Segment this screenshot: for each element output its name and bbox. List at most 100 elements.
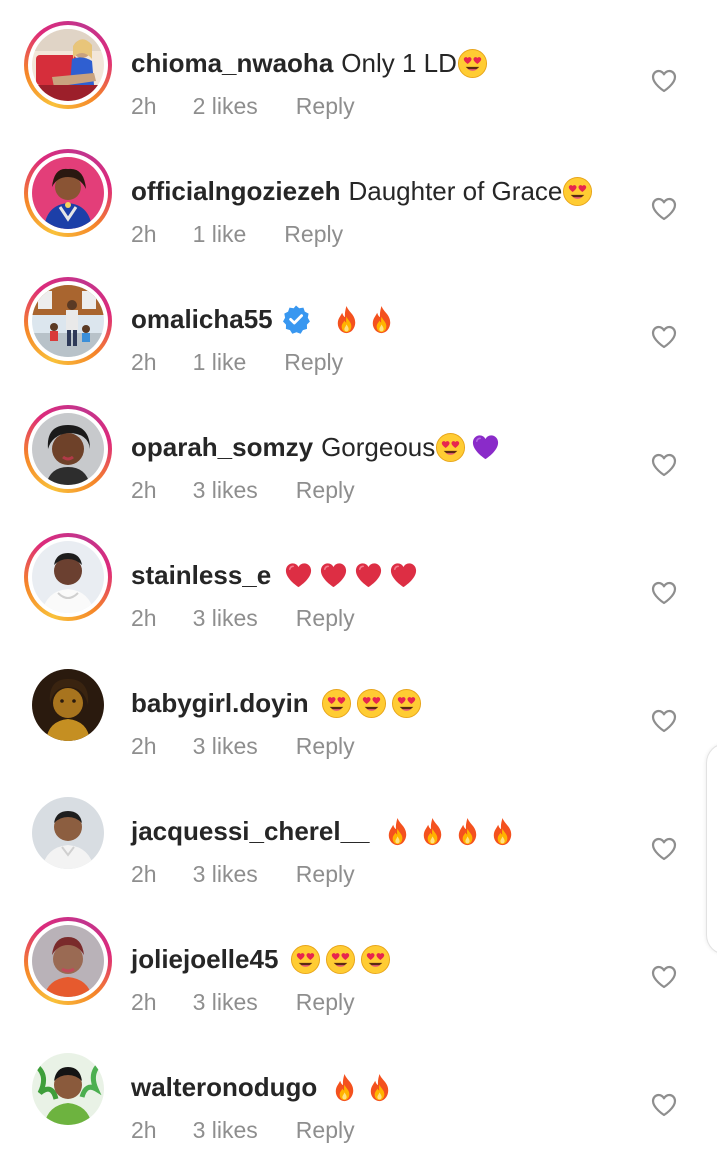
avatar[interactable] (24, 661, 112, 749)
comment-meta: 2h 3 likes Reply (131, 860, 355, 888)
heart-eyes-emoji-icon (457, 48, 488, 79)
heart-outline-icon[interactable] (651, 325, 677, 349)
username-link[interactable]: stainless_e (131, 557, 271, 593)
avatar[interactable] (24, 789, 112, 877)
comment-meta: 2h 1 like Reply (131, 220, 343, 248)
heart-outline-icon[interactable] (651, 197, 677, 221)
avatar[interactable] (24, 1045, 112, 1133)
story-ring-avatar[interactable] (24, 917, 112, 1005)
likes-count[interactable]: 3 likes (193, 732, 258, 760)
timestamp: 2h (131, 989, 157, 1015)
fire-emoji-icon (329, 1072, 360, 1103)
reply-button[interactable]: Reply (284, 220, 343, 248)
username-link[interactable]: joliejoelle45 (131, 941, 278, 977)
comment-text: Daughter of Grace (348, 173, 593, 209)
username-link[interactable]: walteronodugo (131, 1069, 317, 1105)
comment-meta: 2h 3 likes Reply (131, 1116, 355, 1144)
comment-row: omalicha55 2h 1 like Reply (0, 276, 717, 404)
username-link[interactable]: officialngoziezeh (131, 173, 340, 209)
comment-text (325, 1072, 395, 1103)
comment-body: chioma_nwaoha Only 1 LD (131, 45, 488, 81)
username-link[interactable]: jacquessi_cherel__ (131, 813, 370, 849)
fire-emoji-icon (366, 304, 397, 335)
comment-text (378, 816, 518, 847)
likes-count[interactable]: 3 likes (193, 604, 258, 632)
likes-count[interactable]: 3 likes (193, 1116, 258, 1144)
fire-emoji-icon (382, 816, 413, 847)
comment-meta: 2h 3 likes Reply (131, 732, 355, 760)
comment-body: omalicha55 (131, 301, 397, 337)
avatar-frame (28, 921, 108, 1001)
heart-eyes-emoji-icon (391, 688, 422, 719)
comment-text (317, 688, 422, 719)
reply-button[interactable]: Reply (296, 988, 355, 1016)
comment-body: officialngoziezeh Daughter of Grace (131, 173, 593, 209)
avatar-babygirl-doyin (32, 669, 104, 741)
reply-button[interactable]: Reply (296, 604, 355, 632)
heart-outline-icon[interactable] (651, 581, 677, 605)
avatar-chioma-nwaoha (32, 29, 104, 101)
comment-message: Daughter of Grace (348, 176, 563, 206)
reply-button[interactable]: Reply (296, 1116, 355, 1144)
heart-eyes-emoji-icon (356, 688, 387, 719)
heart-outline-icon[interactable] (651, 1093, 677, 1117)
avatar-officialngoziezeh (32, 157, 104, 229)
comment-body: oparah_somzy Gorgeous (131, 429, 501, 465)
reply-button[interactable]: Reply (296, 732, 355, 760)
reply-button[interactable]: Reply (296, 860, 355, 888)
reply-button[interactable]: Reply (296, 92, 355, 120)
timestamp: 2h (131, 605, 157, 631)
likes-count[interactable]: 2 likes (193, 92, 258, 120)
red-heart-emoji-icon (388, 560, 419, 591)
comment-row: jacquessi_cherel__ 2h 3 likes Reply (0, 788, 717, 916)
avatar-frame (28, 153, 108, 233)
avatar-walteronodugo (32, 1053, 104, 1125)
reply-button[interactable]: Reply (296, 476, 355, 504)
username-link[interactable]: oparah_somzy (131, 429, 313, 465)
avatar-frame (28, 409, 108, 489)
avatar-frame (32, 797, 104, 869)
heart-eyes-emoji-icon (562, 176, 593, 207)
comment-row: walteronodugo 2h 3 likes Reply (0, 1044, 717, 1172)
comment-body: babygirl.doyin (131, 685, 422, 721)
red-heart-emoji-icon (283, 560, 314, 591)
likes-count[interactable]: 3 likes (193, 476, 258, 504)
story-ring-avatar[interactable] (24, 405, 112, 493)
comment-body: joliejoelle45 (131, 941, 391, 977)
comment-row: chioma_nwaoha Only 1 LD 2h 2 likes Reply (0, 20, 717, 148)
username-link[interactable]: chioma_nwaoha (131, 45, 333, 81)
heart-outline-icon[interactable] (651, 965, 677, 989)
comment-row: oparah_somzy Gorgeous 2h 3 likes Reply (0, 404, 717, 532)
likes-count[interactable]: 3 likes (193, 988, 258, 1016)
side-panel-handle[interactable] (706, 743, 717, 955)
comment-meta: 2h 3 likes Reply (131, 988, 355, 1016)
reply-button[interactable]: Reply (284, 348, 343, 376)
comment-row: stainless_e 2h 3 likes Reply (0, 532, 717, 660)
username-link[interactable]: omalicha55 (131, 301, 273, 337)
fire-emoji-icon (487, 816, 518, 847)
heart-eyes-emoji-icon (435, 432, 466, 463)
comment-row: joliejoelle45 2h 3 likes Reply (0, 916, 717, 1044)
likes-count[interactable]: 3 likes (193, 860, 258, 888)
timestamp: 2h (131, 221, 157, 247)
story-ring-avatar[interactable] (24, 277, 112, 365)
username-link[interactable]: babygirl.doyin (131, 685, 309, 721)
heart-outline-icon[interactable] (651, 453, 677, 477)
story-ring-avatar[interactable] (24, 21, 112, 109)
likes-count[interactable]: 1 like (193, 220, 247, 248)
avatar-oparah-somzy (32, 413, 104, 485)
story-ring-avatar[interactable] (24, 149, 112, 237)
heart-outline-icon[interactable] (651, 709, 677, 733)
comment-body: stainless_e (131, 557, 419, 593)
avatar-joliejoelle45 (32, 925, 104, 997)
story-ring-avatar[interactable] (24, 533, 112, 621)
red-heart-emoji-icon (318, 560, 349, 591)
heart-outline-icon[interactable] (651, 837, 677, 861)
comment-body: walteronodugo (131, 1069, 395, 1105)
avatar-frame (28, 281, 108, 361)
heart-outline-icon[interactable] (651, 69, 677, 93)
purple-heart-emoji-icon (470, 432, 501, 463)
likes-count[interactable]: 1 like (193, 348, 247, 376)
heart-eyes-emoji-icon (321, 688, 352, 719)
heart-eyes-emoji-icon (325, 944, 356, 975)
